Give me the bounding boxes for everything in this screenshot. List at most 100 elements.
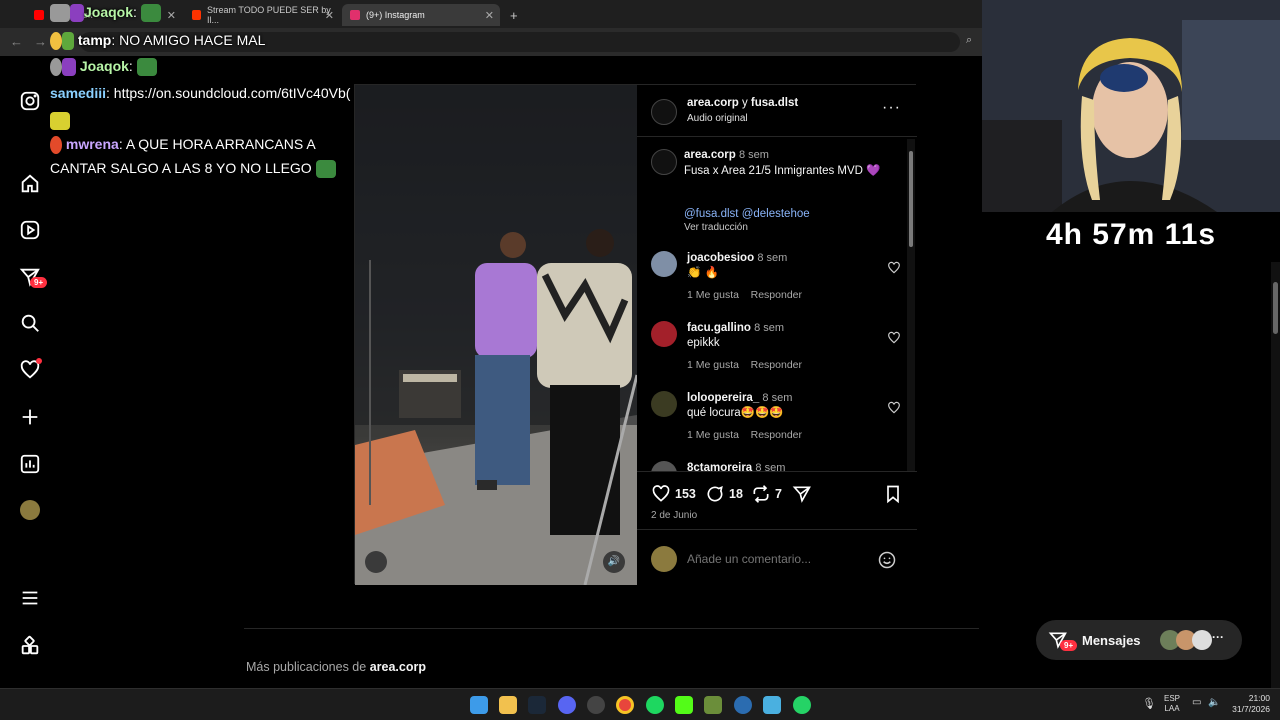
steam-icon[interactable] [528, 696, 546, 714]
messages-badge: 9+ [1060, 640, 1078, 651]
reply-button[interactable]: Responder [751, 289, 802, 301]
caption-avatar[interactable] [651, 149, 677, 175]
chat-line: CANTAR SALGO A LAS 8 YO NO LLEGO [50, 156, 336, 180]
post-author-link[interactable]: area.corp [687, 97, 739, 109]
network-icon[interactable]: ▭ [1192, 697, 1201, 708]
comment-item: loloopereira_ 8 sem qué locura🤩🤩🤩 1 Me gu… [651, 391, 901, 447]
likes-count[interactable]: 153 [675, 487, 696, 501]
back-arrow-icon[interactable]: ← [10, 34, 23, 49]
tab-youtube-2[interactable]: Stream TODO PUEDE SER by Il... ✕ [184, 4, 340, 26]
commenter-username[interactable]: loloopereira_ [687, 392, 759, 404]
dashboard-icon[interactable] [18, 452, 42, 476]
close-tab-icon[interactable]: ✕ [325, 9, 334, 22]
commenter-avatar[interactable] [651, 251, 677, 277]
more-posts-user-link[interactable]: area.corp [370, 660, 426, 674]
microphone-icon[interactable]: 🎙 [1142, 697, 1156, 710]
notification-dot [36, 358, 42, 364]
webcam-illustration [982, 0, 1280, 212]
volume-icon[interactable]: 🔈 [1208, 697, 1220, 708]
pepe-emote-icon [136, 58, 157, 77]
comment-bubble-icon[interactable] [705, 484, 725, 504]
comment-item: facu.gallino 8 sem epikkk 1 Me gusta Resp… [651, 321, 901, 377]
commenter-avatar[interactable] [651, 321, 677, 347]
file-explorer-icon[interactable] [499, 696, 517, 714]
comment-likes[interactable]: 1 Me gusta [687, 429, 739, 441]
like-heart-icon[interactable] [651, 484, 671, 504]
messages-button[interactable]: 9+ Mensajes ··· [1036, 620, 1242, 660]
forward-arrow-icon[interactable]: → [34, 34, 47, 49]
post-container: 🔊 area.corp y fusa.dlst Audio original ·… [354, 84, 917, 585]
menu-icon[interactable] [18, 586, 42, 610]
discord-icon[interactable] [558, 696, 576, 714]
reply-button[interactable]: Responder [751, 429, 802, 441]
page-scrollbar-thumb[interactable] [1273, 282, 1278, 334]
spotify-icon[interactable] [646, 696, 664, 714]
repost-icon[interactable] [751, 484, 771, 504]
post-author-avatar[interactable] [651, 99, 677, 125]
comment-heart-icon[interactable] [887, 331, 901, 345]
audio-toggle-icon[interactable]: 🔊 [603, 551, 625, 573]
reels-icon[interactable] [18, 218, 42, 242]
more-options-icon[interactable]: ··· [882, 99, 901, 117]
comment-heart-icon[interactable] [887, 261, 901, 275]
tagged-people-icon[interactable] [365, 551, 387, 573]
comment-heart-icon[interactable] [887, 401, 901, 415]
direct-send-icon[interactable]: 9+ [18, 265, 48, 289]
commenter-username[interactable]: facu.gallino [687, 322, 751, 334]
share-send-icon[interactable] [792, 484, 812, 504]
post-date: 2 de Junio [651, 510, 698, 521]
add-comment-input[interactable] [687, 549, 867, 569]
badge-icon [62, 32, 74, 51]
caption-author[interactable]: area.corp [684, 149, 736, 161]
post-audio-link[interactable]: Audio original [687, 113, 748, 124]
language-indicator[interactable]: ESP LAA [1164, 694, 1180, 714]
commenter-username[interactable]: joacobesioo [687, 252, 754, 264]
create-plus-icon[interactable] [18, 405, 42, 429]
apps-icon[interactable] [18, 634, 42, 658]
tab-instagram[interactable]: (9+) Instagram ✕ [342, 4, 500, 26]
reply-button[interactable]: Responder [751, 359, 802, 371]
webcam-feed [982, 0, 1280, 212]
app-icon[interactable] [704, 696, 722, 714]
scrollbar-thumb[interactable] [909, 151, 913, 247]
chat-line: tamp: NO AMIGO HACE MAL [50, 28, 265, 52]
comments-count[interactable]: 18 [729, 487, 743, 501]
page-scrollbar[interactable] [1271, 262, 1280, 688]
commenter-username[interactable]: 8ctamoreira [687, 462, 752, 471]
clock[interactable]: 21:00 31/7/2026 [1232, 693, 1270, 715]
notepad-icon[interactable] [763, 696, 781, 714]
caption-mentions[interactable]: @fusa.dlst @delestehoe [684, 208, 810, 220]
divider [244, 628, 979, 629]
see-translation-link[interactable]: Ver traducción [684, 222, 748, 233]
ccleaner-icon[interactable] [734, 696, 752, 714]
post-photo[interactable]: 🔊 [355, 85, 637, 585]
comments-scrollbar[interactable] [907, 139, 915, 471]
emoji-icon[interactable] [877, 550, 897, 570]
more-icon[interactable]: ··· [1212, 630, 1224, 644]
whatsapp-icon[interactable] [793, 696, 811, 714]
commenter-avatar[interactable] [651, 391, 677, 417]
post-coauthor-link[interactable]: fusa.dlst [751, 97, 798, 109]
kick-icon[interactable] [675, 696, 693, 714]
commenter-avatar[interactable] [651, 461, 677, 471]
home-icon[interactable] [18, 172, 42, 196]
divider [637, 529, 917, 530]
app-icon[interactable] [587, 696, 605, 714]
chrome-icon[interactable] [616, 696, 634, 714]
save-bookmark-icon[interactable] [883, 484, 903, 504]
zoom-icon[interactable]: ⌕ [966, 34, 972, 47]
reposts-count[interactable]: 7 [775, 487, 782, 501]
search-icon[interactable] [18, 311, 42, 335]
profile-avatar[interactable] [18, 498, 42, 522]
heart-icon[interactable] [18, 358, 42, 382]
instagram-logo-icon[interactable] [18, 89, 42, 113]
close-tab-icon[interactable]: ✕ [485, 9, 494, 22]
start-windows-icon[interactable] [470, 696, 488, 714]
comment-likes[interactable]: 1 Me gusta [687, 359, 739, 371]
comment-likes[interactable]: 1 Me gusta [687, 289, 739, 301]
badge-icon [50, 32, 62, 51]
comment-item: joacobesioo 8 sem 👏 🔥 1 Me gusta Responde… [651, 251, 901, 307]
pepe-emote-icon [315, 160, 336, 179]
new-tab-button[interactable]: + [502, 4, 522, 26]
close-tab-icon[interactable]: ✕ [167, 9, 176, 22]
